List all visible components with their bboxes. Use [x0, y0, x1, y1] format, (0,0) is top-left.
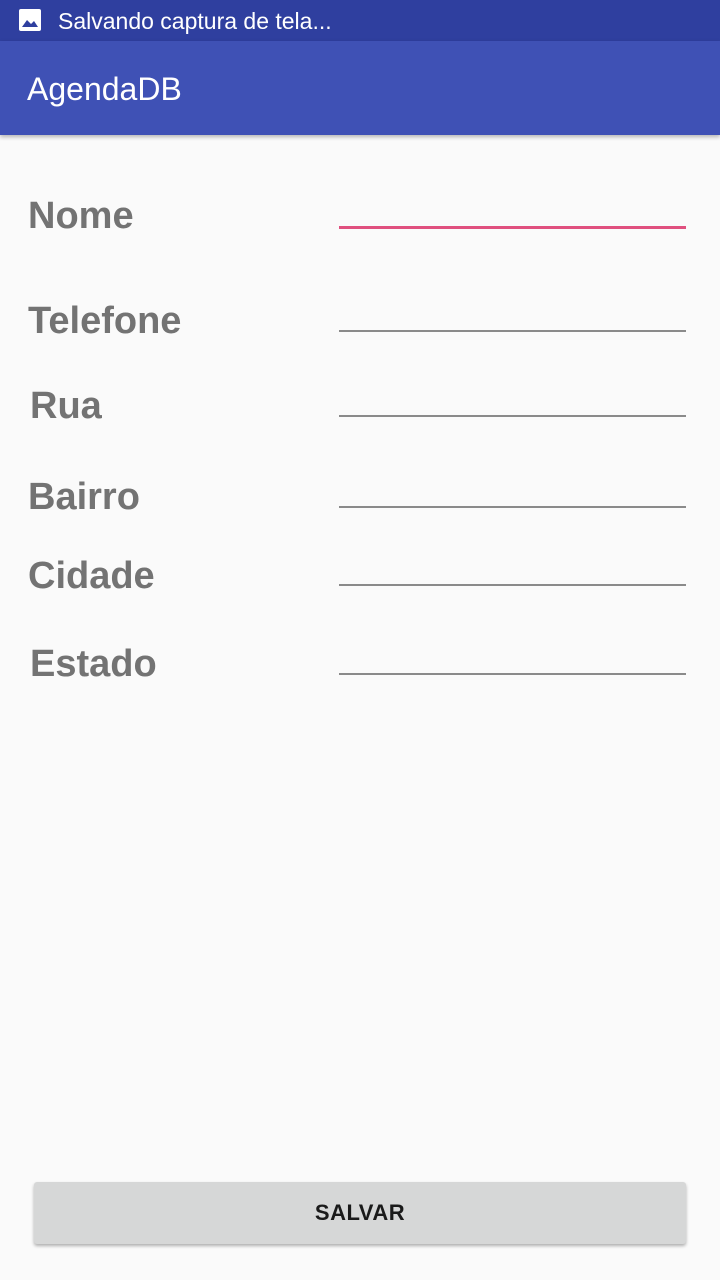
estado-label: Estado [30, 643, 157, 685]
image-icon [19, 9, 41, 31]
rua-input[interactable] [339, 377, 686, 417]
bairro-input[interactable] [339, 468, 686, 508]
app-screen: Salvando captura de tela... AgendaDB Nom… [0, 0, 720, 1280]
telefone-input[interactable] [339, 292, 686, 332]
estado-input[interactable] [339, 635, 686, 675]
save-button[interactable]: SALVAR [34, 1182, 686, 1244]
status-bar: Salvando captura de tela... [0, 0, 720, 41]
bairro-label: Bairro [28, 476, 140, 518]
app-bar: AgendaDB [0, 41, 720, 135]
cidade-input[interactable] [339, 546, 686, 586]
cidade-label: Cidade [28, 555, 155, 597]
app-title: AgendaDB [27, 71, 182, 107]
rua-label: Rua [30, 385, 102, 427]
nome-input[interactable] [339, 189, 686, 229]
status-notification-text: Salvando captura de tela... [58, 8, 332, 34]
telefone-label: Telefone [28, 300, 182, 342]
nome-label: Nome [28, 195, 134, 237]
